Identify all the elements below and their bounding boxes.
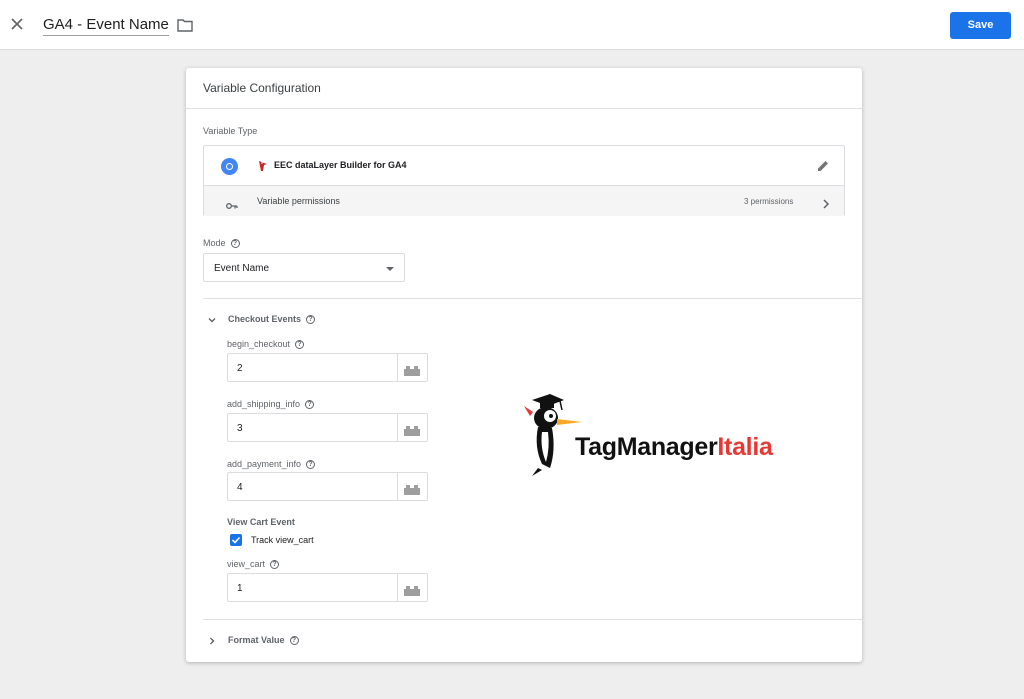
variable-picker-icon[interactable]	[404, 423, 420, 436]
begin-checkout-input[interactable]: 2	[227, 353, 428, 382]
add-shipping-info-input[interactable]: 3	[227, 413, 428, 442]
variable-name-title[interactable]: GA4 - Event Name	[43, 16, 169, 36]
help-icon[interactable]: ?	[305, 400, 315, 410]
permissions-label: Variable permissions	[257, 196, 340, 206]
variable-type-label: Variable Type	[203, 126, 258, 136]
field-label: add_shipping_info	[227, 399, 301, 409]
permissions-count: 3 permissions	[744, 197, 794, 206]
logo-text-part1: TagManager	[575, 433, 718, 461]
track-view-cart-checkbox[interactable]	[230, 534, 242, 546]
variable-picker-icon[interactable]	[404, 482, 420, 495]
mode-select[interactable]: Event Name	[203, 253, 405, 282]
mode-label: Mode	[203, 238, 226, 248]
add-payment-info-input[interactable]: 4	[227, 472, 428, 501]
chevron-right-icon	[822, 196, 830, 209]
help-icon[interactable]: ?	[306, 460, 316, 470]
field-value: 4	[237, 482, 243, 493]
variable-picker-icon[interactable]	[404, 363, 420, 376]
top-bar: GA4 - Event Name Save	[0, 0, 1024, 50]
field-separator	[397, 574, 398, 601]
track-view-cart-label[interactable]: Track view_cart	[251, 535, 314, 545]
caret-down-icon	[386, 267, 394, 271]
variable-picker-icon[interactable]	[404, 583, 420, 596]
field-separator	[397, 473, 398, 500]
woodpecker-icon	[256, 159, 268, 171]
checkout-events-label: Checkout Events	[228, 314, 302, 324]
help-icon[interactable]: ?	[270, 560, 280, 570]
field-label: begin_checkout	[227, 339, 291, 349]
chevron-down-icon	[208, 316, 216, 324]
variable-type-row[interactable]: EEC dataLayer Builder for GA4	[204, 146, 844, 186]
begin-checkout-label-row: begin_checkout?	[227, 339, 305, 350]
field-value: 3	[237, 423, 243, 434]
help-icon[interactable]: ?	[295, 340, 305, 350]
view-cart-input[interactable]: 1	[227, 573, 428, 602]
gear-icon	[221, 158, 238, 175]
format-value-label: Format Value	[228, 635, 285, 645]
help-icon[interactable]: ?	[289, 636, 299, 646]
field-value: 2	[237, 363, 243, 374]
checkout-events-section-header[interactable]: Checkout Events?	[208, 314, 316, 325]
add-payment-info-label-row: add_payment_info?	[227, 459, 316, 470]
field-label: add_payment_info	[227, 459, 302, 469]
variable-type-box: EEC dataLayer Builder for GA4 Variable p…	[203, 145, 845, 216]
pencil-icon[interactable]	[816, 159, 830, 173]
template-name: EEC dataLayer Builder for GA4	[274, 160, 407, 170]
card-title: Variable Configuration	[186, 68, 862, 109]
tagmanageritalia-logo-text: TagManagerItalia	[575, 433, 773, 462]
logo-text-part2: Italia	[717, 433, 773, 461]
divider	[203, 619, 862, 620]
field-separator	[397, 354, 398, 381]
mode-select-value: Event Name	[214, 263, 270, 274]
help-icon[interactable]: ?	[230, 239, 240, 249]
mode-label-row: Mode?	[203, 238, 240, 249]
divider	[203, 298, 862, 299]
format-value-section-header[interactable]: Format Value?	[208, 635, 299, 646]
variable-permissions-row[interactable]: Variable permissions 3 permissions	[204, 186, 844, 216]
field-separator	[397, 414, 398, 441]
chevron-right-icon	[208, 637, 216, 645]
view-cart-heading: View Cart Event	[227, 517, 295, 527]
field-label: view_cart	[227, 559, 266, 569]
field-value: 1	[237, 583, 243, 594]
save-button[interactable]: Save	[950, 12, 1011, 39]
help-icon[interactable]: ?	[306, 315, 316, 325]
view-cart-label-row: view_cart?	[227, 559, 280, 570]
key-icon	[226, 197, 238, 209]
folder-icon[interactable]	[177, 18, 193, 32]
variable-configuration-card: Variable Configuration Variable Type EEC…	[186, 68, 862, 662]
add-shipping-info-label-row: add_shipping_info?	[227, 399, 315, 410]
close-icon[interactable]	[9, 16, 25, 32]
